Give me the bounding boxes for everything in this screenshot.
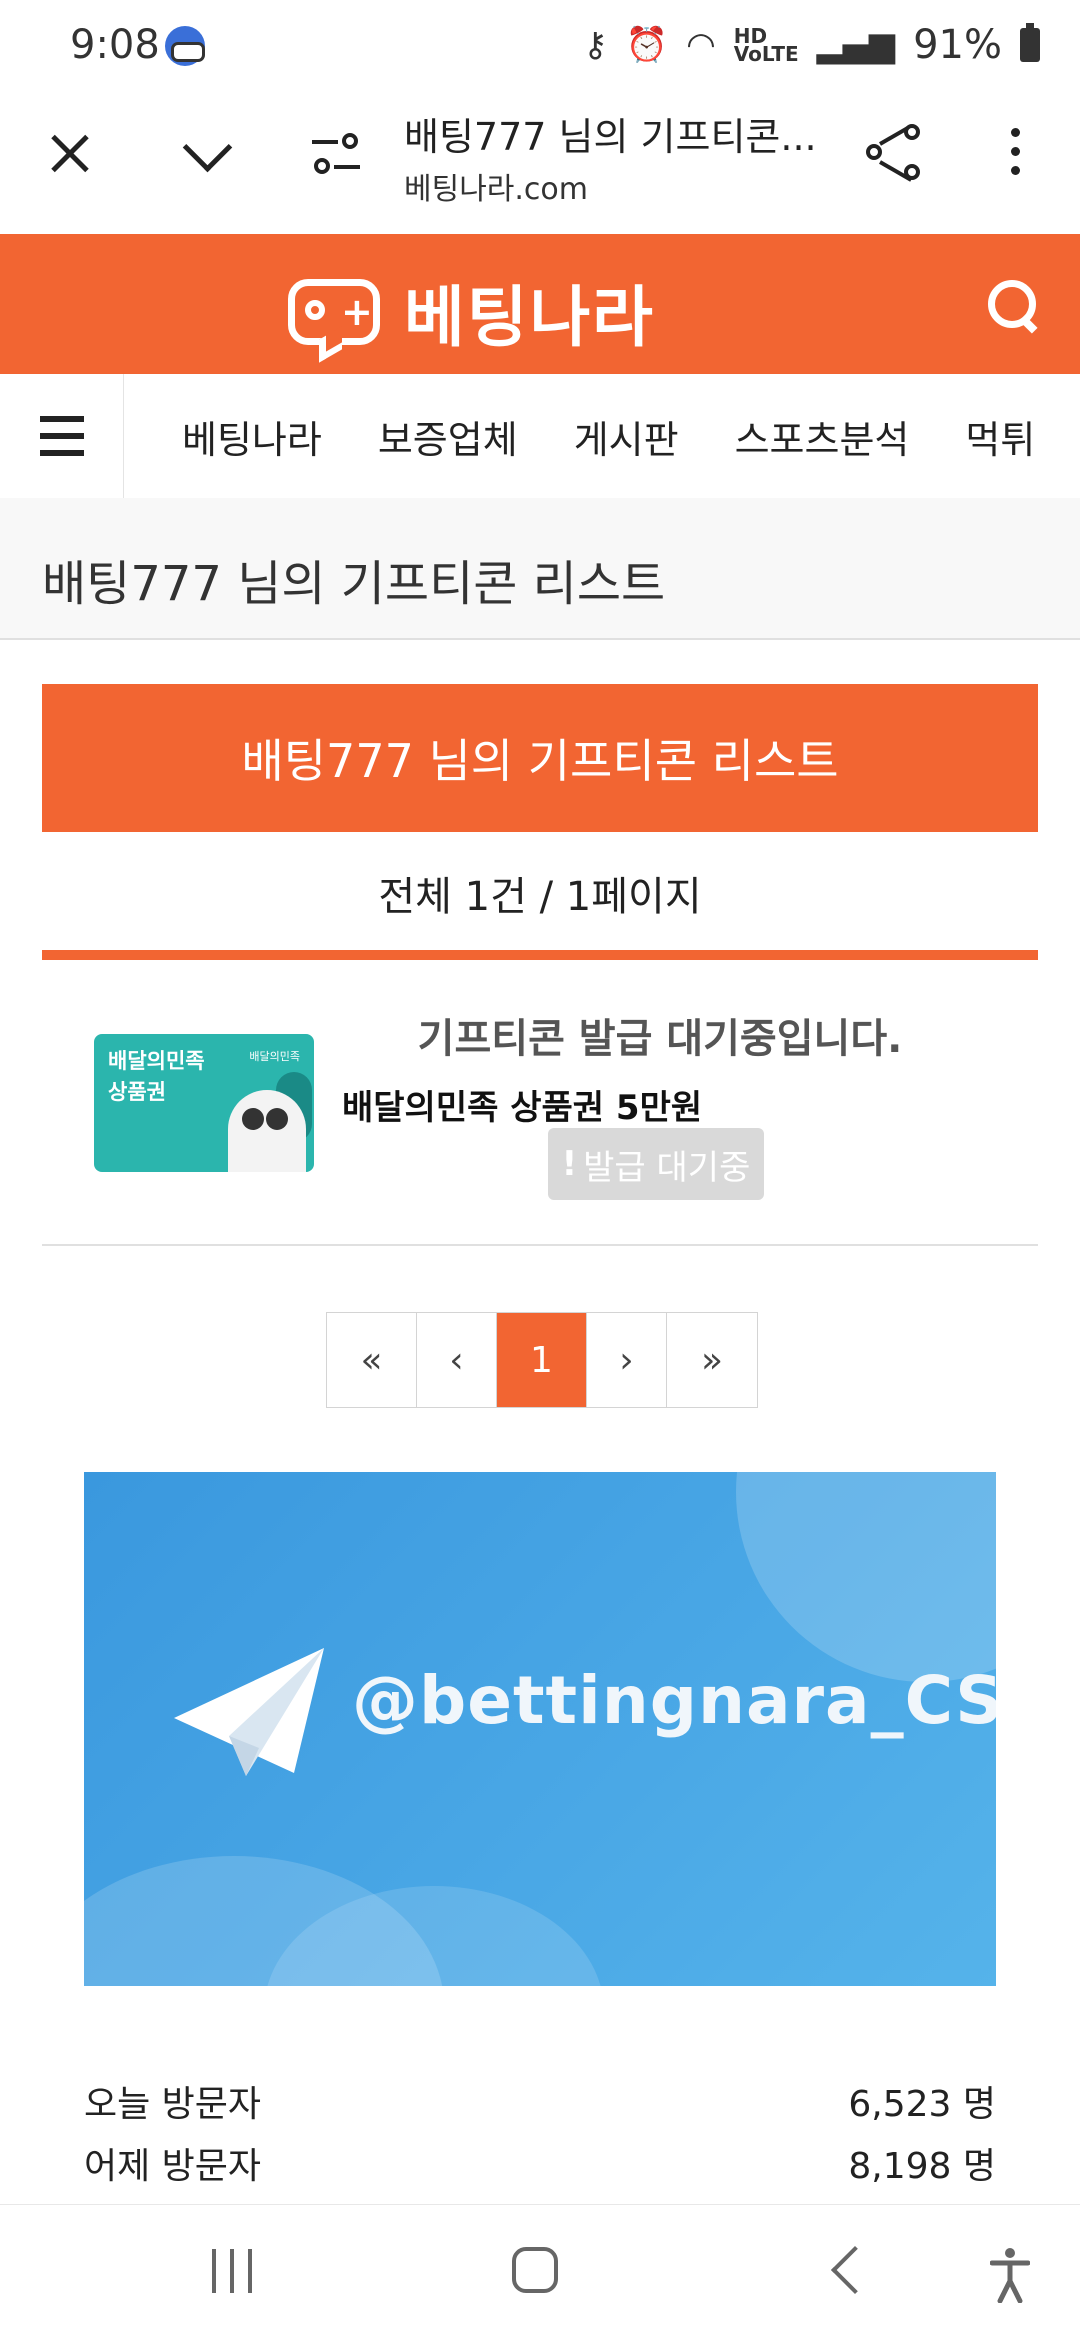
status-badge-label: 발급 대기중 [583,1147,751,1188]
system-nav-bar [0,2204,1080,2340]
visitor-row-yesterday: 어제 방문자 8,198 명 [84,2132,996,2194]
notification-avatar-icon [165,26,205,66]
status-badge: ! 발급 대기중 [548,1128,764,1200]
gifticon-image[interactable]: 배달의민족 상품권 배달의민족 [94,1034,314,1172]
status-icons: ⚷ ⏰ ◠ HD VoLTE ▂▄▆ 91% [583,22,1040,68]
status-message: 기프티콘 발급 대기중입니다. [417,1016,903,1062]
nav-item-board[interactable]: 게시판 [574,409,679,464]
yesterday-label: 어제 방문자 [84,2146,262,2187]
last-page-button[interactable]: » [667,1313,757,1407]
alarm-icon: ⏰ [625,25,669,65]
page-1-button[interactable]: 1 [497,1313,587,1407]
exclamation-icon: ! [561,1144,578,1184]
chat-bubble-logo-icon: + [288,279,380,345]
telegram-plane-icon [174,1648,324,1776]
recent-apps-icon[interactable] [212,2249,256,2293]
accessibility-icon[interactable] [990,2247,1030,2303]
card-brand: 배달의민족 [249,1050,300,1063]
telegram-banner[interactable]: @bettingnara_CS [84,1472,996,1986]
page-title: 배팅777 님의 기프티콘 리스트 [42,556,666,612]
more-vert-icon[interactable] [1005,128,1025,188]
search-icon[interactable] [986,278,1040,332]
divider [42,1244,1038,1246]
tab-title[interactable]: 배팅777 님의 기프티콘... [404,106,834,161]
first-page-button[interactable]: « [327,1313,417,1407]
battery-percent: 91% [913,22,1002,68]
wifi-icon: ◠ [686,25,716,65]
nav-item-scam-report[interactable]: 먹튀 [965,409,1035,464]
chevron-down-icon[interactable] [178,126,234,182]
browser-toolbar: 배팅777 님의 기프티콘... 베팅나라.com [0,96,1080,234]
item-name[interactable]: 배달의민족 상품권 5만원 [342,1080,702,1129]
status-time: 9:08 [70,22,160,68]
card-label: 배달의민족 상품권 [108,1049,205,1104]
list-banner-title: 배팅777 님의 기프티콘 리스트 [241,734,839,788]
next-page-button[interactable]: › [587,1313,667,1407]
nav-item-sports-analysis[interactable]: 스포츠분석 [735,409,910,464]
prev-page-button[interactable]: ‹ [417,1313,497,1407]
nav-item-verified-sites[interactable]: 보증업체 [378,409,518,464]
logo-text: 베팅나라 [404,279,655,356]
close-icon[interactable] [42,126,98,182]
nav-items: 베팅나라 보증업체 게시판 스포츠분석 먹튀 [182,374,1080,498]
battery-icon [1020,23,1040,62]
today-label: 오늘 방문자 [84,2084,262,2125]
yesterday-value: 8,198 명 [848,2146,996,2187]
vpn-key-icon: ⚷ [582,25,608,65]
visitor-stats: 오늘 방문자 6,523 명 어제 방문자 8,198 명 [84,2070,996,2194]
page-title-section: 배팅777 님의 기프티콘 리스트 [0,498,1080,640]
visitor-row-today: 오늘 방문자 6,523 명 [84,2070,996,2132]
list-count: 전체 1건 / 1페이지 [378,874,702,920]
signal-icon: ▂▄▆ [816,25,896,65]
site-logo[interactable]: + 베팅나라 [288,264,655,360]
list-banner: 배팅777 님의 기프티콘 리스트 [42,684,1038,832]
back-icon[interactable] [826,2249,866,2289]
main-nav: 베팅나라 보증업체 게시판 스포츠분석 먹튀 [0,374,1080,498]
share-icon[interactable] [866,124,926,184]
today-value: 6,523 명 [848,2084,996,2125]
tune-icon[interactable] [312,132,362,182]
hamburger-menu-icon[interactable] [0,374,124,498]
divider [42,950,1038,960]
pagination: « ‹ 1 › » [326,1312,758,1408]
hd-voice-icon: HD VoLTE [733,24,799,66]
status-bar: 9:08 ⚷ ⏰ ◠ HD VoLTE ▂▄▆ 91% [0,0,1080,96]
site-header: + 베팅나라 [0,234,1080,374]
url-text[interactable]: 베팅나라.com [404,164,588,208]
telegram-handle: @bettingnara_CS [352,1662,996,1739]
nav-item-bettingnara[interactable]: 베팅나라 [182,409,322,464]
character-illustration [228,1090,306,1172]
home-icon[interactable] [512,2247,558,2293]
